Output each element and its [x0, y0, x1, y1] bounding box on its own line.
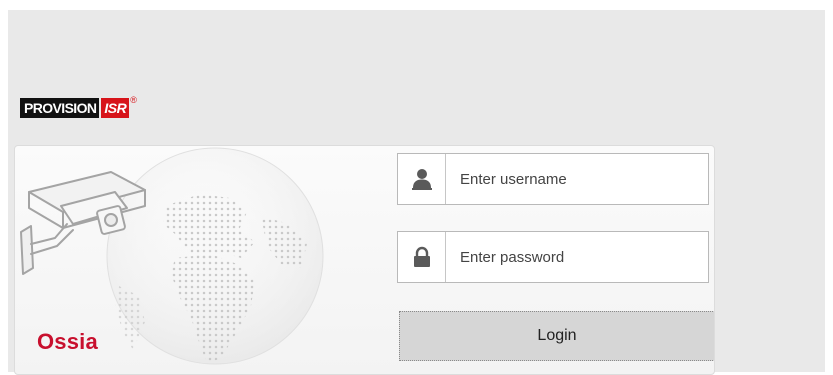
globe-icon: [106, 147, 324, 365]
brand-logo-name: PROVISION: [20, 98, 100, 118]
user-icon: [398, 154, 446, 204]
product-name: Ossia: [37, 329, 98, 354]
registered-mark: ®: [130, 95, 137, 105]
brand-logo-suffix: ISR: [101, 98, 130, 118]
username-input[interactable]: [446, 154, 708, 204]
password-field: [397, 231, 709, 283]
lock-icon: [398, 232, 446, 282]
login-panel: Ossia Login: [14, 145, 715, 375]
brand-logo: PROVISION ISR ®: [20, 96, 137, 120]
username-field: [397, 153, 709, 205]
login-button[interactable]: Login: [399, 311, 714, 361]
password-input[interactable]: [446, 232, 708, 282]
